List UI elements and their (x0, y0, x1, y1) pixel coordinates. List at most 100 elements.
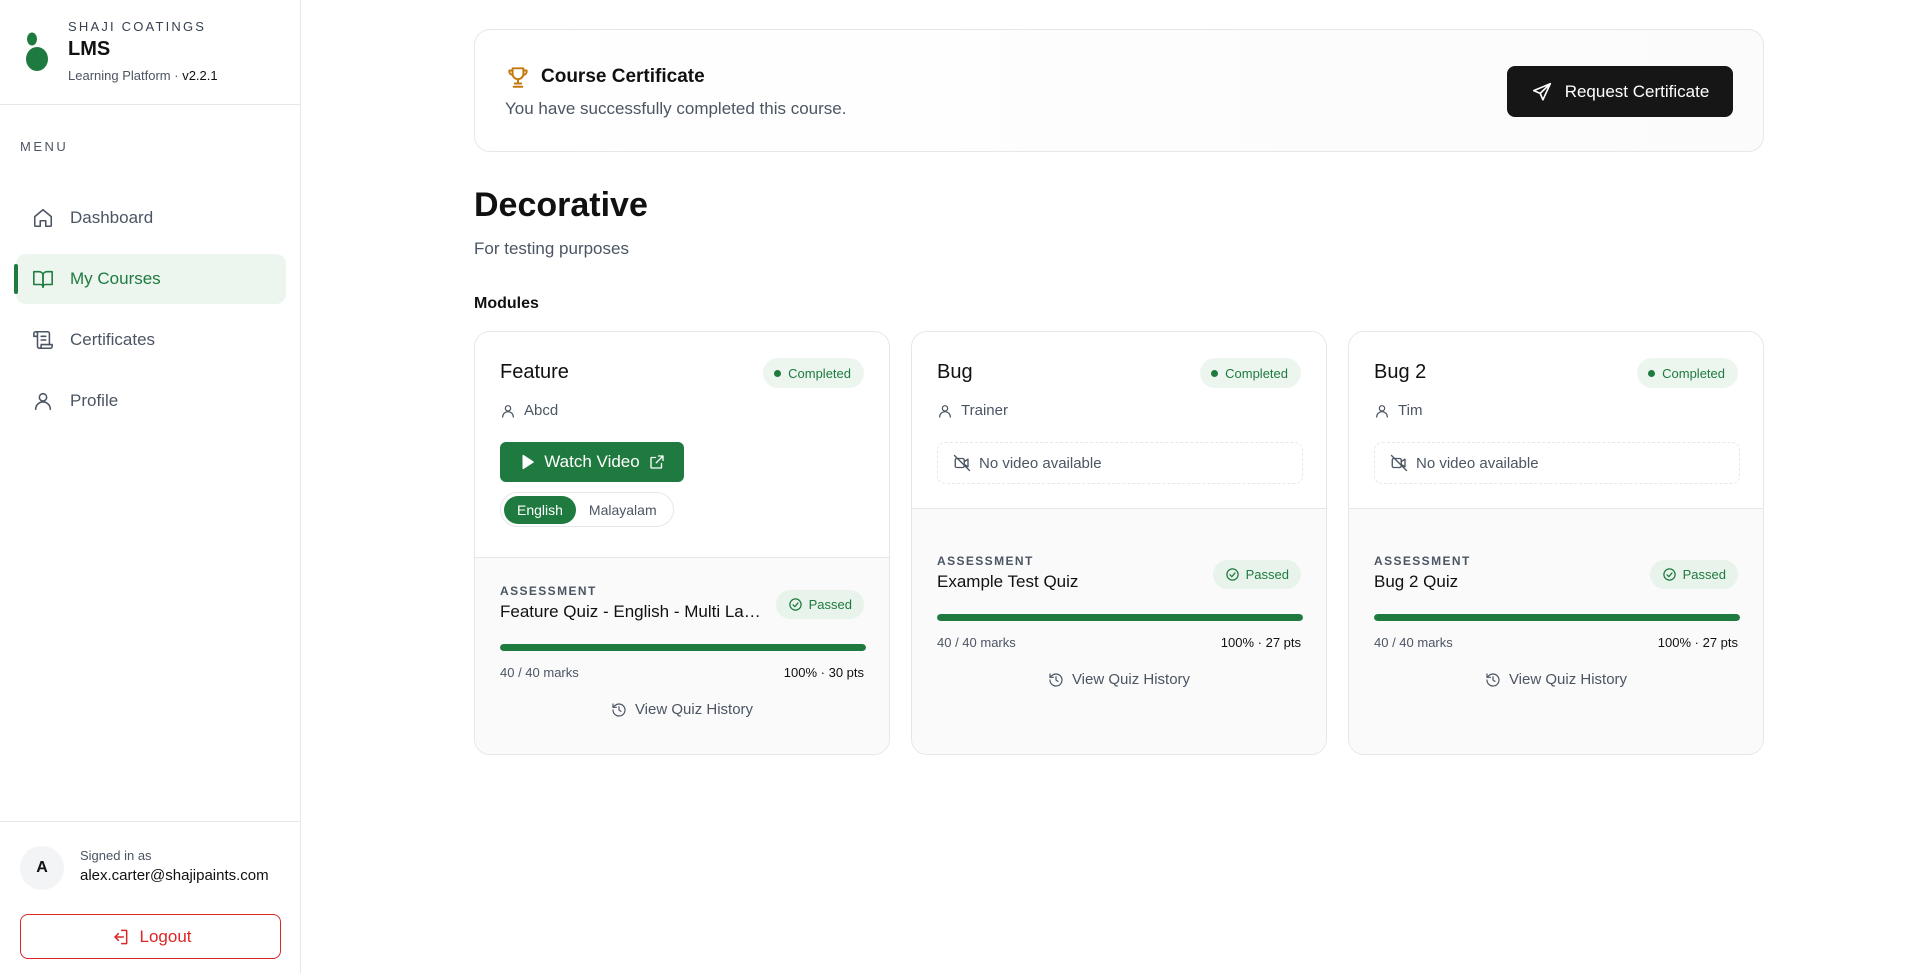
sidebar-item-label: Dashboard (70, 208, 154, 227)
check-circle-icon (1225, 568, 1239, 581)
brand-subtitle-text: Learning Platform · (68, 68, 179, 83)
no-video-notice: No video available (1374, 442, 1740, 484)
no-video-label: No video available (1416, 454, 1539, 472)
sidebar-item-certificates[interactable]: Certificates (16, 315, 286, 365)
watch-video-label: Watch Video (544, 452, 640, 471)
module-card-bug-2: Bug 2 Completed Tim No video available A… (1348, 331, 1764, 755)
menu-label: MENU (20, 139, 69, 154)
brand-subtitle: Learning Platform · v2.2.1 (68, 68, 218, 83)
trainer: Abcd (500, 402, 558, 419)
assessment-section: ASSESSMENT Feature Quiz - English - Mult… (475, 558, 889, 754)
user-icon (1376, 404, 1388, 418)
brand-version: v2.2.1 (182, 68, 218, 83)
marks-text: 40 / 40 marks (1374, 635, 1453, 650)
view-quiz-history-link[interactable]: View Quiz History (1349, 671, 1763, 688)
check-circle-icon (1662, 568, 1676, 581)
certificate-title-text: Course Certificate (541, 66, 705, 87)
module-header: Bug 2 Completed Tim No video available (1349, 332, 1763, 509)
user-icon (34, 392, 52, 411)
logout-label: Logout (139, 926, 192, 946)
certificate-subtitle: You have successfully completed this cou… (505, 99, 847, 118)
module-name: Bug (937, 361, 973, 383)
passed-label: Passed (1245, 567, 1289, 582)
status-badge: Completed (1637, 358, 1738, 388)
view-quiz-history-label: View Quiz History (1071, 671, 1191, 688)
score-text: 100% · 27 pts (1220, 635, 1301, 650)
signed-in-email: alex.carter@shajipaints.com (80, 867, 269, 884)
request-certificate-button[interactable]: Request Certificate (1507, 66, 1733, 117)
module-card-bug: Bug Completed Trainer No video available… (911, 331, 1327, 755)
assessment-label: ASSESSMENT (500, 584, 597, 598)
quiz-name: Bug 2 Quiz (1374, 572, 1459, 591)
score-progress-bar (1374, 614, 1740, 621)
module-name: Bug 2 (1374, 361, 1427, 383)
language-option-english[interactable]: English (504, 495, 576, 524)
view-quiz-history-link[interactable]: View Quiz History (912, 671, 1326, 688)
send-icon (1532, 82, 1551, 101)
marks-text: 40 / 40 marks (937, 635, 1016, 650)
logout-icon (113, 929, 127, 944)
trainer-name: Abcd (524, 402, 559, 419)
sidebar-item-label: My Courses (70, 269, 161, 288)
video-off-icon (1390, 454, 1408, 472)
score-progress-fill (937, 614, 1303, 621)
book-open-icon (33, 270, 53, 289)
view-quiz-history-label: View Quiz History (1508, 671, 1628, 688)
modules-heading: Modules (474, 295, 539, 312)
assessment-label: ASSESSMENT (1374, 554, 1471, 568)
view-quiz-history-link[interactable]: View Quiz History (475, 701, 889, 718)
history-icon (612, 702, 626, 717)
brand-header: SHAJI COATINGS LMS Learning Platform · v… (0, 0, 300, 105)
certificate-title: Course Certificate (505, 64, 705, 90)
external-link-icon (650, 455, 664, 469)
avatar: A (20, 846, 64, 890)
brand-app-name: LMS (68, 38, 111, 60)
logout-button[interactable]: Logout (20, 914, 281, 959)
score-progress-bar (937, 614, 1303, 621)
language-option-malayalam[interactable]: Malayalam (576, 496, 670, 524)
no-video-label: No video available (979, 454, 1102, 472)
no-video-notice: No video available (937, 442, 1303, 484)
trainer-name: Trainer (961, 402, 1008, 419)
user-icon (939, 404, 951, 418)
module-header: Bug Completed Trainer No video available (912, 332, 1326, 509)
sidebar-footer: A Signed in as alex.carter@shajipaints.c… (0, 821, 300, 973)
module-header: Feature Completed Abcd Watch Video Engli… (475, 332, 889, 558)
check-circle-icon (788, 598, 802, 611)
quiz-name: Example Test Quiz (937, 572, 1079, 591)
brand-company: SHAJI COATINGS (68, 19, 207, 34)
trainer-name: Tim (1398, 402, 1423, 419)
sidebar-item-label: Certificates (70, 330, 156, 349)
history-icon (1049, 672, 1063, 687)
watch-video-button[interactable]: Watch Video (500, 442, 684, 482)
sidebar-item-profile[interactable]: Profile (16, 376, 286, 426)
status-badge: Completed (1200, 358, 1301, 388)
marks-text: 40 / 40 marks (500, 665, 579, 680)
request-certificate-label: Request Certificate (1564, 81, 1710, 101)
home-icon (33, 208, 53, 228)
score-progress-fill (500, 644, 866, 651)
sidebar-item-label: Profile (70, 391, 119, 410)
sidebar: SHAJI COATINGS LMS Learning Platform · v… (0, 0, 301, 973)
passed-badge: Passed (775, 590, 864, 619)
brand-logo-icon (26, 32, 48, 71)
scroll-icon (33, 330, 53, 350)
play-icon (522, 454, 535, 470)
course-title: Decorative (474, 186, 648, 224)
language-toggle: English Malayalam (500, 492, 674, 527)
sidebar-item-my-courses[interactable]: My Courses (14, 254, 286, 304)
trainer: Trainer (937, 402, 1008, 419)
passed-label: Passed (808, 597, 852, 612)
module-name: Feature (500, 361, 569, 383)
score-progress-bar (500, 644, 866, 651)
passed-badge: Passed (1212, 560, 1301, 589)
certificate-card: Course Certificate You have successfully… (474, 29, 1764, 152)
assessment-label: ASSESSMENT (937, 554, 1034, 568)
passed-badge: Passed (1649, 560, 1738, 589)
module-card-feature: Feature Completed Abcd Watch Video Engli… (474, 331, 890, 755)
signed-in-label: Signed in as (80, 848, 152, 863)
sidebar-item-dashboard[interactable]: Dashboard (16, 193, 286, 243)
history-icon (1486, 672, 1500, 687)
status-badge: Completed (763, 358, 864, 388)
trophy-icon (508, 67, 528, 88)
